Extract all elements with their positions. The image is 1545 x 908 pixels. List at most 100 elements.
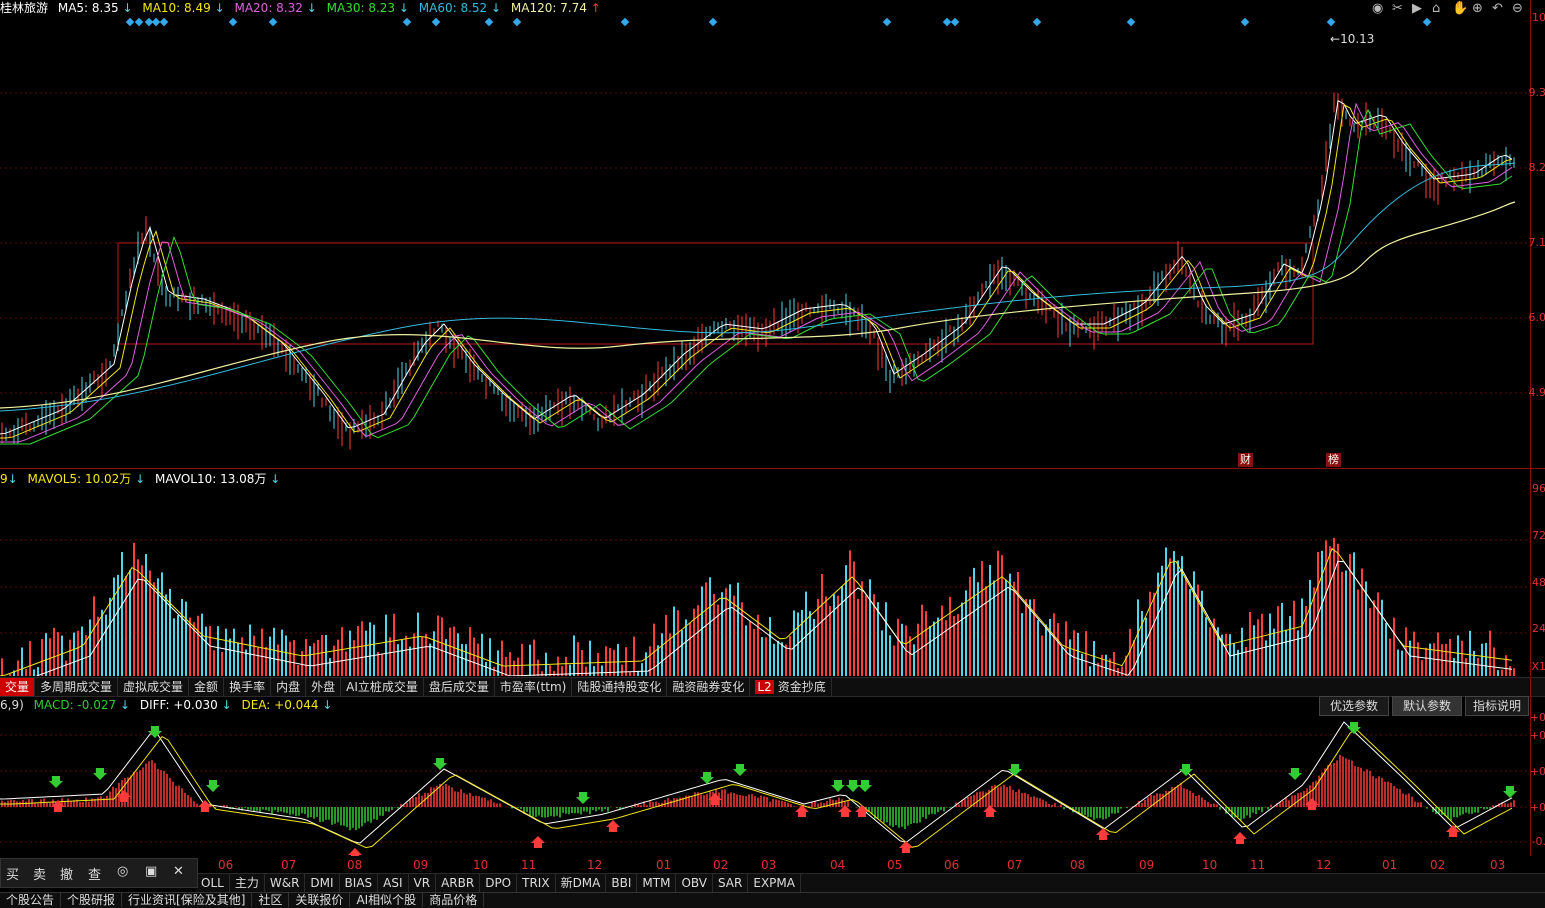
tab-expma[interactable]: EXPMA [748, 874, 801, 892]
signal-diamond [432, 18, 440, 26]
tab-asi[interactable]: ASI [378, 874, 408, 892]
tab-bbi[interactable]: BBI [606, 874, 637, 892]
macd-chart[interactable] [0, 714, 1530, 856]
tab-research-reports[interactable]: 个股研报 [61, 893, 122, 907]
x-label: 10 [1202, 858, 1217, 872]
buy-button[interactable]: 买 [6, 864, 19, 883]
play-icon[interactable]: ▶ [1412, 1, 1422, 16]
tab-virtual-volume[interactable]: 虚拟成交量 [118, 678, 189, 696]
x-label: 02 [713, 858, 728, 872]
tab-sar[interactable]: SAR [713, 874, 748, 892]
price-tick: 8.2 [1529, 161, 1545, 174]
settings-icon[interactable]: ◎ [117, 864, 128, 879]
x-label: 12 [587, 858, 602, 872]
signal-diamond [1127, 18, 1135, 26]
x-label: 08 [347, 858, 362, 872]
buy-signal-arrow [606, 820, 620, 832]
window-icon[interactable]: ▣ [145, 864, 157, 879]
sell-signal-arrow [858, 780, 872, 792]
tab-vr[interactable]: VR [409, 874, 437, 892]
sell-button[interactable]: 卖 [33, 864, 46, 883]
ma20-line [0, 104, 1512, 442]
l2-badge: L2 [755, 680, 773, 694]
tab-boll[interactable]: OLL [196, 874, 230, 892]
tab-fund-bottom[interactable]: L2资金抄底 [750, 678, 831, 696]
tab-new-dma[interactable]: 新DMA [556, 874, 607, 892]
tab-main-force[interactable]: 主力 [230, 874, 265, 892]
tab-community[interactable]: 社区 [252, 893, 289, 907]
main-legend: 桂林旅游 MA5: 8.35 ↓ MA10: 8.49 ↓ MA20: 8.32… [0, 0, 607, 16]
pane-divider [0, 468, 1545, 469]
zoom-in-icon[interactable]: ⊕ [1472, 1, 1483, 16]
tab-pe-ttm[interactable]: 市盈率(ttm) [495, 678, 572, 696]
query-button[interactable]: 查 [88, 864, 101, 883]
price-chart[interactable] [0, 28, 1530, 468]
volume-chart[interactable] [0, 488, 1530, 676]
tab-volume[interactable]: 交量 [0, 678, 35, 696]
tab-commodity-prices[interactable]: 商品价格 [423, 893, 484, 907]
mavol10-label: MAVOL10: 13.08万 ↓ [155, 472, 280, 486]
x-label: 08 [1070, 858, 1085, 872]
buy-signal-arrow [348, 848, 362, 856]
signal-diamond [1033, 18, 1041, 26]
macd-tick: -0. [1532, 835, 1545, 848]
ma120-label: MA120: 7.74 ↑ [511, 1, 601, 15]
volume-lead: 9↓ [0, 472, 18, 486]
sell-signal-arrow [1179, 764, 1193, 776]
tab-arbr[interactable]: ARBR [436, 874, 480, 892]
sell-signal-arrow [49, 776, 63, 788]
signal-diamond [709, 18, 717, 26]
x-label: 09 [1139, 858, 1154, 872]
tab-inner[interactable]: 内盘 [271, 678, 306, 696]
tab-northbound-holdings[interactable]: 陆股通持股变化 [572, 678, 667, 696]
price-tick: 9.3 [1529, 86, 1545, 99]
lock-icon[interactable]: ⌂ [1432, 1, 1440, 16]
tab-margin-trading[interactable]: 融资融券变化 [667, 678, 750, 696]
tab-dmi[interactable]: DMI [305, 874, 339, 892]
zoom-out-icon[interactable]: ⊖ [1512, 1, 1523, 16]
tab-ai-volume[interactable]: AI立桩成交量 [341, 678, 424, 696]
tab-related-quotes[interactable]: 关联报价 [289, 893, 350, 907]
cancel-order-button[interactable]: 撤 [60, 864, 73, 883]
optimal-params-button[interactable]: 优选参数 [1319, 696, 1389, 716]
macd-tick: +0 [1530, 765, 1545, 778]
peak-price-label: ←10.13 [1330, 32, 1374, 46]
signal-diamond [621, 18, 629, 26]
trade-panel: 买 卖 撤 查 ◎ ▣ ✕ [0, 858, 198, 888]
x-label: 03 [1490, 858, 1505, 872]
tab-multi-period-volume[interactable]: 多周期成交量 [35, 678, 118, 696]
tab-ai-similar[interactable]: AI相似个股 [350, 893, 423, 907]
tab-industry-news[interactable]: 行业资讯[保险及其他] [122, 893, 252, 907]
indicator-help-button[interactable]: 指标说明 [1465, 696, 1529, 716]
volume-tick: 48 [1532, 576, 1545, 589]
undo-icon[interactable]: ↶ [1492, 1, 1503, 16]
x-label: 10 [473, 858, 488, 872]
tab-announcements[interactable]: 个股公告 [0, 893, 61, 907]
eye-icon[interactable]: ◉ [1372, 1, 1383, 16]
info-tab-bar: 个股公告个股研报行业资讯[保险及其他]社区关联报价AI相似个股商品价格 [0, 892, 1545, 908]
scissors-icon[interactable]: ✂ [1392, 1, 1403, 16]
tab-wr[interactable]: W&R [265, 874, 306, 892]
hand-icon[interactable]: ✋ [1452, 1, 1468, 16]
diff-value: DIFF: +0.030 ↓ [140, 698, 232, 712]
tab-trix[interactable]: TRIX [517, 874, 555, 892]
tab-turnover[interactable]: 换手率 [224, 678, 271, 696]
tab-dpo[interactable]: DPO [480, 874, 517, 892]
volume-tick: 96 [1532, 482, 1545, 495]
volume-unit: X1 [1531, 660, 1545, 673]
close-icon[interactable]: ✕ [173, 864, 184, 879]
tab-after-hours-volume[interactable]: 盘后成交量 [424, 678, 495, 696]
tab-mtm[interactable]: MTM [637, 874, 676, 892]
event-mark-bang[interactable]: 榜 [1326, 453, 1341, 467]
signal-diamond [513, 18, 521, 26]
tab-amount[interactable]: 金额 [189, 678, 224, 696]
default-params-button[interactable]: 默认参数 [1392, 696, 1462, 716]
event-mark-cai[interactable]: 财 [1238, 453, 1253, 467]
price-tick: 4.9 [1529, 386, 1545, 399]
signal-diamond [883, 18, 891, 26]
tab-bias[interactable]: BIAS [340, 874, 379, 892]
signal-diamond [229, 18, 237, 26]
tab-outer[interactable]: 外盘 [306, 678, 341, 696]
tab-obv[interactable]: OBV [676, 874, 713, 892]
volume-tick: 72 [1532, 529, 1545, 542]
